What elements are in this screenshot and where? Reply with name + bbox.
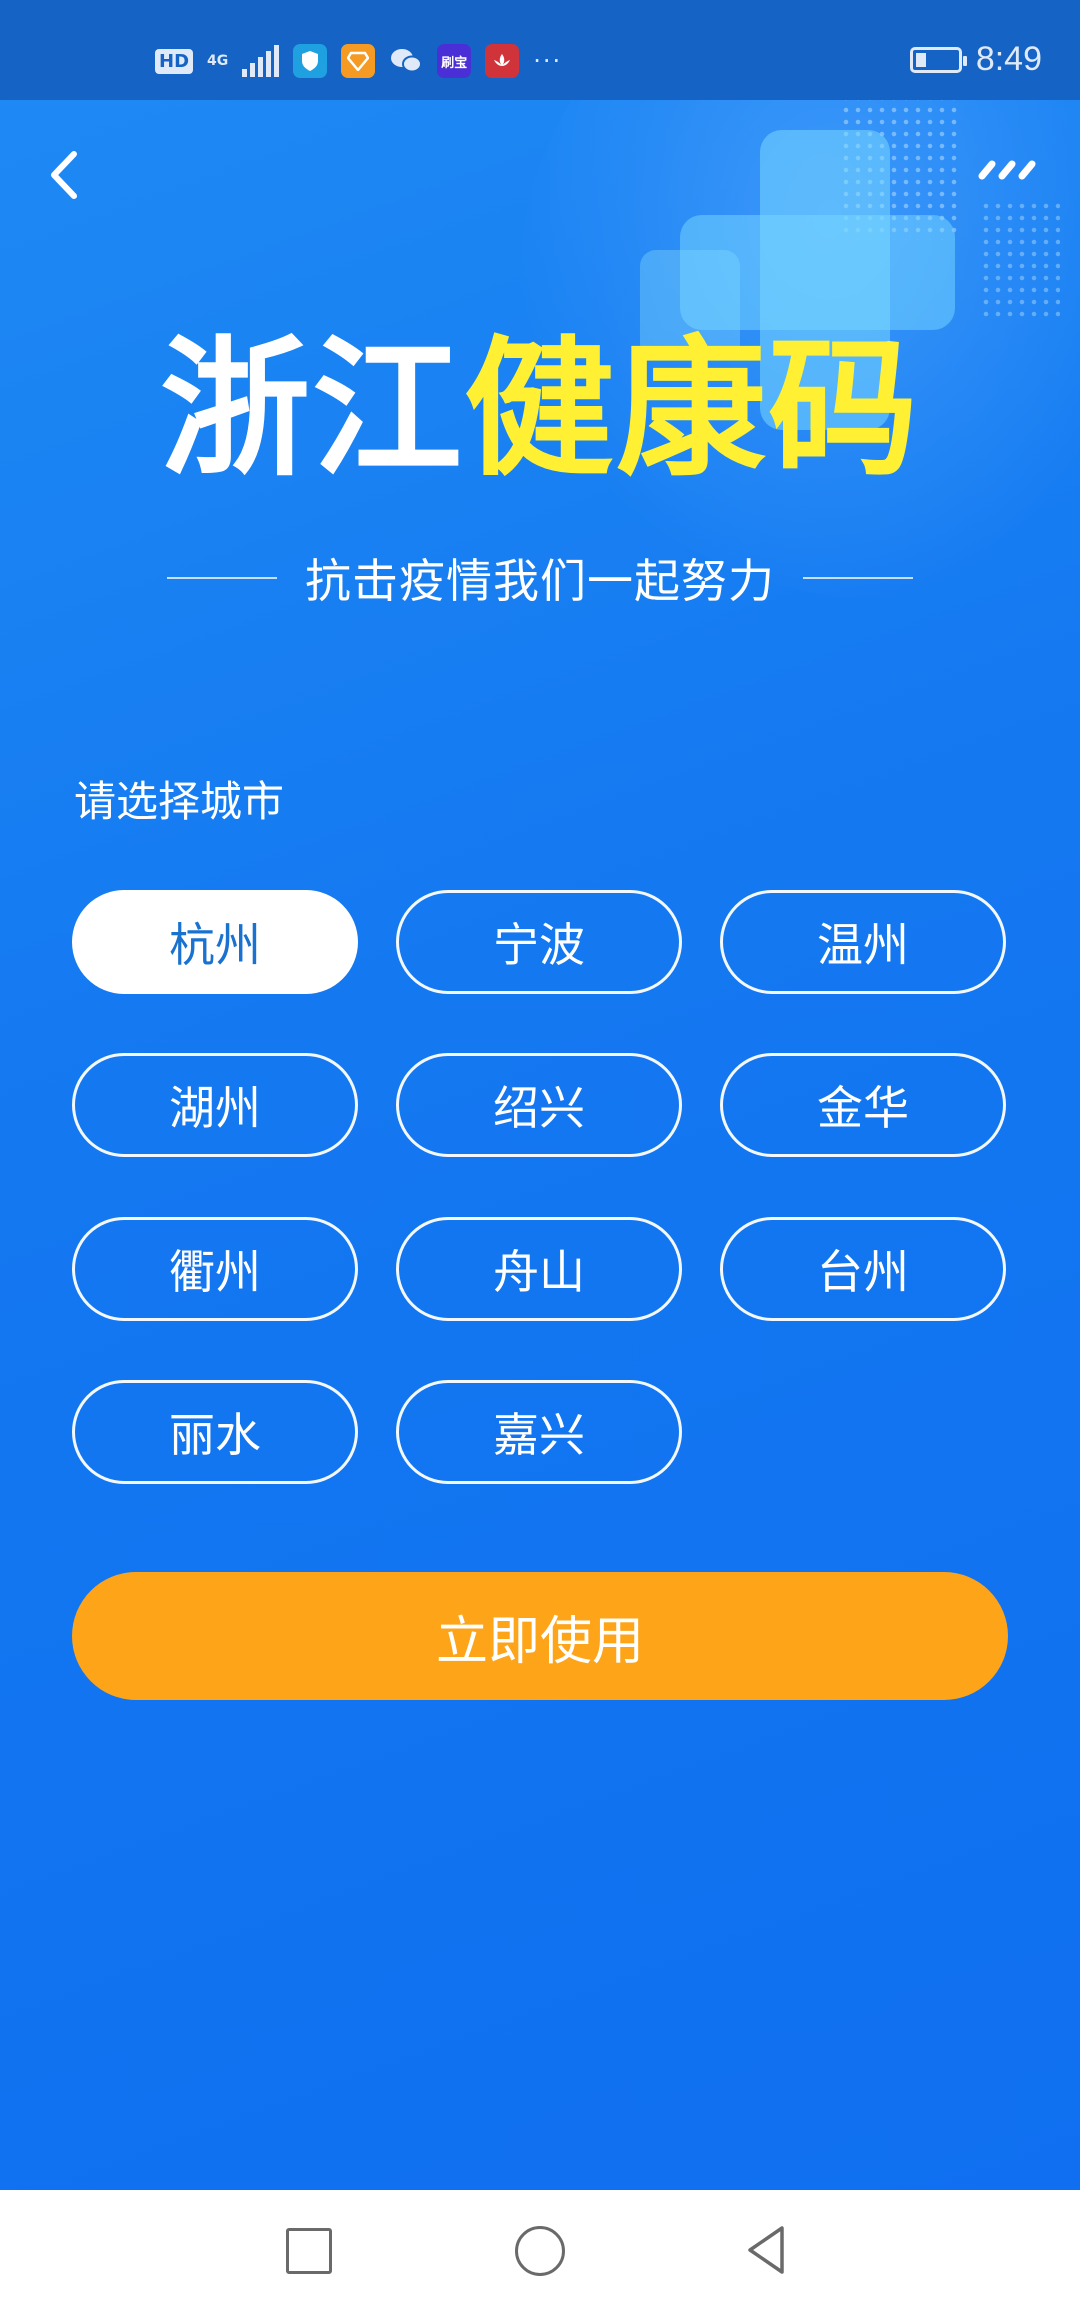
more-button[interactable]	[972, 150, 1052, 190]
more-notifications-icon: ···	[533, 47, 563, 75]
network-type: 4G	[207, 53, 229, 69]
dots-decoration	[980, 200, 1060, 320]
signal-icon	[242, 45, 280, 77]
system-back-button[interactable]	[742, 2222, 794, 2278]
recents-button[interactable]	[286, 2228, 332, 2274]
select-city-label: 请选择城市	[74, 777, 285, 826]
city-button-wenzhou[interactable]: 温州	[720, 890, 1006, 994]
diamond-app-icon	[341, 44, 376, 78]
subtitle: 抗击疫情我们一起努力	[305, 554, 775, 608]
chevron-left-icon	[51, 151, 77, 199]
title-health-code: 健康码	[464, 323, 921, 497]
home-button[interactable]	[515, 2226, 565, 2276]
city-button-hangzhou[interactable]: 杭州	[72, 890, 358, 994]
page-title: 浙江健康码	[0, 325, 1080, 495]
city-button-jinhua[interactable]: 金华	[720, 1053, 1006, 1157]
subtitle-row: 抗击疫情我们一起努力	[0, 545, 1080, 611]
city-button-lishui[interactable]: 丽水	[72, 1380, 358, 1484]
wechat-icon	[389, 44, 423, 78]
lotus-app-icon	[485, 44, 520, 78]
city-button-shaoxing[interactable]: 绍兴	[396, 1053, 682, 1157]
back-button[interactable]	[36, 140, 96, 210]
shuabao-app-icon: 刷宝	[437, 44, 472, 78]
divider-left	[167, 577, 277, 579]
city-button-taizhou[interactable]: 台州	[720, 1217, 1006, 1321]
city-button-zhoushan[interactable]: 舟山	[396, 1217, 682, 1321]
city-button-quzhou[interactable]: 衢州	[72, 1217, 358, 1321]
medical-cross-icon	[680, 215, 955, 330]
clock: 8:49	[975, 40, 1042, 78]
divider-right	[803, 577, 913, 579]
use-now-button[interactable]: 立即使用	[72, 1572, 1008, 1700]
shield-app-icon	[293, 44, 328, 78]
triangle-back-icon	[748, 2226, 784, 2274]
city-button-huzhou[interactable]: 湖州	[72, 1053, 358, 1157]
city-button-jiaxing[interactable]: 嘉兴	[396, 1380, 682, 1484]
hd-indicator: HD	[155, 48, 194, 74]
screen-background: HD 4G 刷宝 ··· 8:49 浙江健康码 抗击疫情我们一起努力 请选择城市…	[0, 0, 1080, 2190]
title-province: 浙江	[159, 323, 464, 497]
more-dots-icon	[978, 160, 1036, 180]
status-bar: HD 4G 刷宝 ··· 8:49	[0, 0, 1080, 100]
city-button-ningbo[interactable]: 宁波	[396, 890, 682, 994]
battery-icon	[909, 46, 967, 73]
